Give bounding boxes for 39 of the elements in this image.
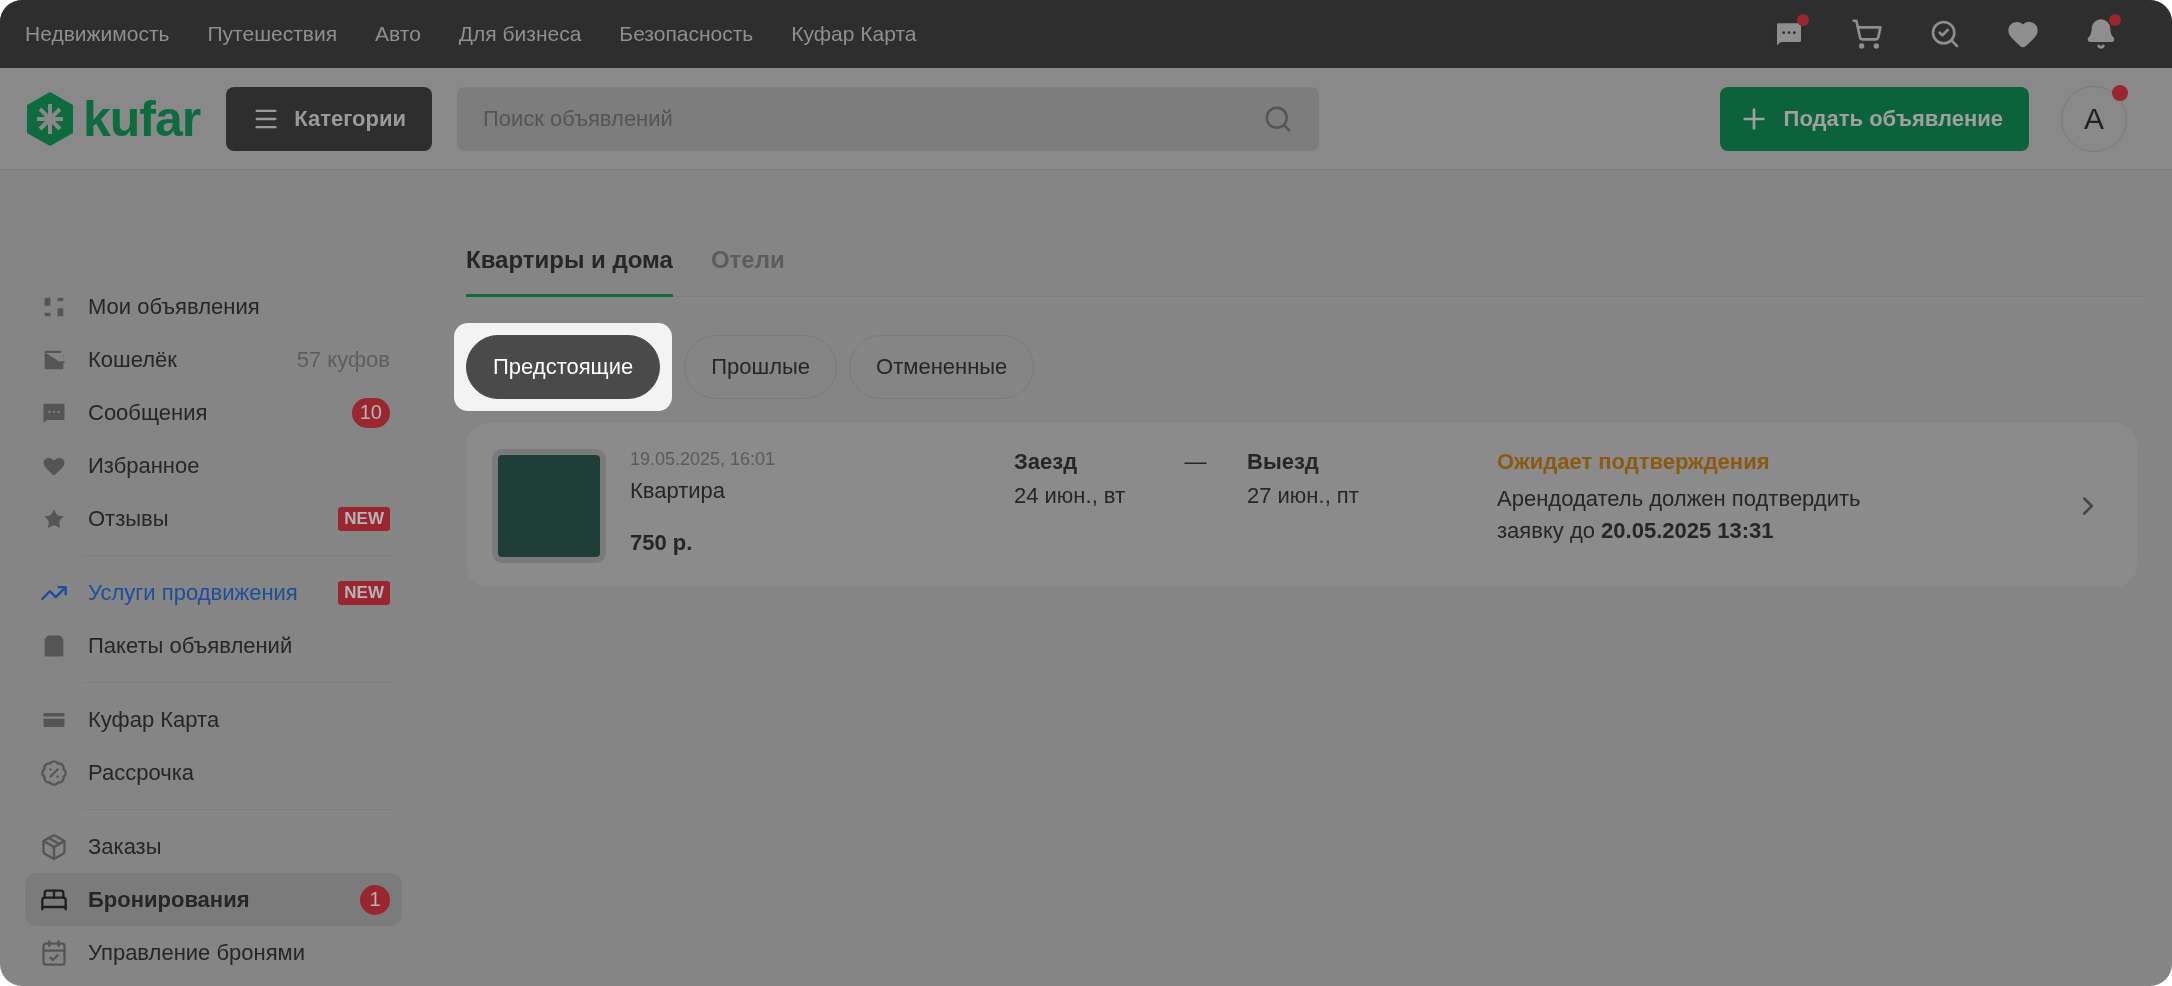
checkout-date: 27 июн., пт xyxy=(1247,483,1360,509)
count-badge: 1 xyxy=(360,884,390,915)
categories-button[interactable]: Категории xyxy=(226,86,432,151)
checkout-label: Выезд xyxy=(1247,449,1320,475)
logo-icon xyxy=(25,91,75,146)
listing-type: Квартира xyxy=(630,478,727,504)
nav-link[interactable]: Путешествия xyxy=(207,22,338,46)
new-badge: NEW xyxy=(338,506,390,531)
sidebar-item[interactable]: Отзывы NEW xyxy=(25,492,402,545)
nav-link[interactable]: Безопасность xyxy=(619,22,754,46)
nav-link[interactable]: Для бизнеса xyxy=(458,22,582,46)
nav-link[interactable]: Авто xyxy=(375,22,421,46)
sidebar-item[interactable]: Рассрочка xyxy=(25,746,402,799)
sidebar-item[interactable]: Управление бронями xyxy=(25,926,402,979)
checkin-date: 24 июн., вт xyxy=(1014,483,1127,509)
sidebar-item[interactable]: Бронирования 1 xyxy=(25,873,402,926)
dash: — xyxy=(1183,449,1208,475)
sidebar-item[interactable]: Заказы xyxy=(25,820,402,873)
nav-link[interactable]: Недвижимость xyxy=(25,22,170,46)
sidebar-item[interactable]: Услуги продвижения NEW xyxy=(25,566,402,619)
price: 750 р. xyxy=(630,530,694,556)
percent-icon xyxy=(40,758,68,787)
post-ad-button[interactable]: Подать объявление xyxy=(1719,86,2029,151)
sidebar-item[interactable]: Мои объявления xyxy=(25,280,402,333)
sidebar-item[interactable]: Пакеты объявлений xyxy=(25,619,402,672)
count-badge: 10 xyxy=(351,397,390,428)
sidebar-item[interactable]: Куфар Карта xyxy=(25,693,402,746)
note-text: Арендодатель должен подтвердить заявку до 20.05.2025 13:31 xyxy=(1497,485,1862,545)
filter-chip[interactable]: Предстоящие xyxy=(466,335,661,399)
calendar-icon xyxy=(40,938,68,967)
box-icon xyxy=(40,832,68,861)
checkin-label: Заезд xyxy=(1014,449,1079,475)
nav-link[interactable]: Куфар Карта xyxy=(791,22,917,46)
new-badge: NEW xyxy=(338,580,390,605)
cart-icon[interactable] xyxy=(1849,16,1885,52)
status-text: Ожидает подтверждения xyxy=(1497,449,1771,475)
tab[interactable]: Квартиры и дома xyxy=(466,246,673,297)
sidebar-item[interactable]: Сообщения 10 xyxy=(25,386,402,439)
sidebar-item[interactable]: Избранное xyxy=(25,439,402,492)
